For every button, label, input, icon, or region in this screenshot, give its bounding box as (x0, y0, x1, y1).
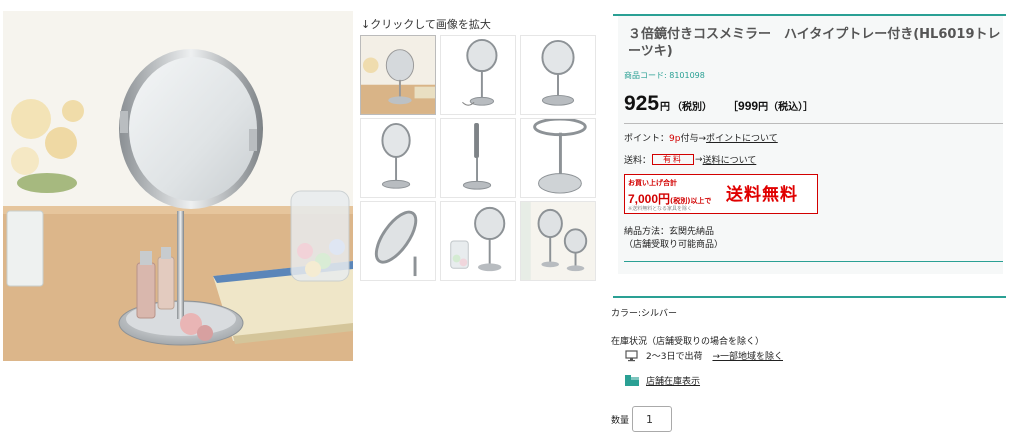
delivery-method: 納品方法：玄関先納品 （店舗受取り可能商品） (624, 226, 723, 252)
price-yen: 円 (660, 102, 671, 113)
zoom-hint-text: ↓クリックして画像を拡大 (361, 18, 491, 31)
quantity-input[interactable] (632, 406, 673, 432)
delivery-line2: （店舗受取り可能商品） (624, 240, 724, 250)
thumbnail-grid (360, 35, 596, 281)
thumbnail-6[interactable] (520, 118, 596, 198)
price-taxin-open: ［ (728, 102, 739, 113)
price-tax-included: ［999円（税込）］ (728, 98, 813, 113)
product-title: ３倍鏡付きコスメミラー ハイタイプトレー付き(HL6019トレーツキ) (628, 27, 1001, 59)
thumbnail-4[interactable] (360, 118, 436, 198)
thumbnail-5[interactable] (440, 118, 516, 198)
thumbnail-1[interactable] (360, 35, 436, 115)
delivery-line1: 納品方法：玄関先納品 (624, 227, 715, 237)
shipping-row: 送料： 有料 → 送料について (624, 153, 756, 166)
free-shipping-suffix: 以上で (690, 197, 712, 205)
free-shipping-banner[interactable]: お買い上げ合計 7,000円(税別)以上で ※送料無料となる家具を除く 送料無料 (624, 174, 818, 214)
points-value: 9p (669, 134, 681, 144)
monitor-icon (625, 349, 638, 361)
store-icon (625, 375, 639, 386)
free-shipping-line1: お買い上げ合計 (628, 179, 677, 187)
shipping-label: 送料： (624, 156, 652, 166)
main-product-image[interactable] (3, 11, 353, 361)
shipping-arrow: → (695, 154, 703, 165)
price-taxin-value: 999 (738, 99, 759, 113)
points-suffix: 付与→ (680, 134, 707, 144)
free-shipping-amount: 7,000円 (628, 192, 671, 206)
price-row: 925 円 （税別） ［999円（税込）］ (624, 92, 813, 116)
free-shipping-tax-note: (税別) (670, 197, 691, 205)
quantity-row: 数量 (611, 406, 673, 432)
points-label: ポイント： (624, 134, 670, 144)
store-stock-row[interactable]: 店舗在庫表示 (625, 374, 700, 387)
product-code: 商品コード: 8101098 (624, 71, 705, 80)
divider-accent (624, 261, 1003, 262)
stock-ship-text: 2〜3日で出荷 (646, 352, 703, 362)
shipping-paid-badge: 有料 (652, 154, 695, 165)
price-value: 925 (624, 92, 660, 115)
quantity-label: 数量 (611, 415, 630, 426)
thumbnail-3[interactable] (520, 35, 596, 115)
divider (624, 123, 1003, 124)
stock-shipping-row: 2〜3日で出荷 →一部地域を除く (625, 349, 783, 362)
shipping-info-link[interactable]: 送料について (703, 153, 757, 166)
price-taxin-unit: 円（税込） (758, 102, 804, 113)
store-stock-link[interactable]: 店舗在庫表示 (646, 374, 700, 387)
region-exception-link[interactable]: →一部地域を除く (712, 349, 783, 362)
stock-status-title: 在庫状況（店舗受取りの場合を除く） (611, 337, 765, 347)
thumbnail-2[interactable] (440, 35, 516, 115)
free-shipping-note: ※送料無料となる家具を除く (628, 206, 693, 212)
product-info-panel: ３倍鏡付きコスメミラー ハイタイプトレー付き(HL6019トレーツキ) 商品コー… (613, 14, 1006, 298)
price-tax-note: （税別） (672, 102, 713, 113)
thumbnail-8[interactable] (440, 201, 516, 281)
points-info-link[interactable]: ポイントについて (706, 134, 778, 144)
thumbnail-9[interactable] (520, 201, 596, 281)
thumbnail-7[interactable] (360, 201, 436, 281)
color-label: カラー:シルバー (611, 309, 678, 319)
free-shipping-text: 送料無料 (726, 185, 798, 205)
points-row: ポイント：9p付与→ポイントについて (624, 131, 778, 144)
product-info-inner: ３倍鏡付きコスメミラー ハイタイプトレー付き(HL6019トレーツキ) 商品コー… (618, 16, 1003, 274)
price-taxin-close: ］ (803, 102, 814, 113)
